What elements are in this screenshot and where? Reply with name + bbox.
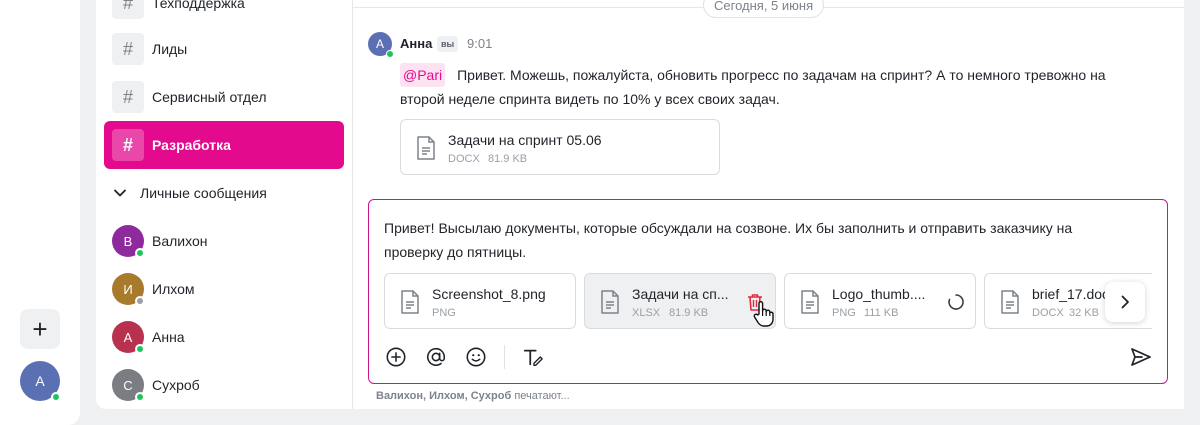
hash-icon: # bbox=[112, 0, 144, 19]
toolbar-divider bbox=[504, 345, 505, 369]
message-composer[interactable]: Привет! Высылаю документы, которые обсуж… bbox=[368, 199, 1168, 384]
online-status-dot bbox=[51, 392, 61, 402]
dm-item-ilkhom[interactable]: И Илхом bbox=[112, 273, 195, 306]
plus-circle-icon bbox=[386, 347, 406, 367]
at-sign-icon bbox=[426, 348, 446, 366]
channel-sidebar: # Техподдержка # Лиды # Сервисный отдел … bbox=[96, 0, 353, 409]
mention-button[interactable] bbox=[424, 345, 448, 369]
attachment-type: XLSX bbox=[632, 307, 661, 319]
typing-suffix: печатают... bbox=[514, 390, 570, 402]
attachment-name: Screenshot_8.png bbox=[432, 286, 546, 302]
emoji-button[interactable] bbox=[464, 345, 488, 369]
document-icon bbox=[601, 290, 619, 314]
composer-toolbar bbox=[384, 345, 561, 369]
upload-spinner-icon bbox=[948, 294, 964, 310]
channel-item-development[interactable]: # Разработка bbox=[104, 121, 344, 169]
add-attachment-button[interactable] bbox=[384, 345, 408, 369]
channel-item-leads[interactable]: # Лиды bbox=[104, 25, 344, 73]
document-icon bbox=[801, 290, 819, 314]
document-icon bbox=[1001, 290, 1019, 314]
send-icon[interactable] bbox=[1129, 345, 1153, 369]
message-draft-input[interactable]: Привет! Высылаю документы, которые обсуж… bbox=[384, 216, 1124, 264]
dm-name: Сухроб bbox=[152, 377, 200, 393]
channel-item-service[interactable]: # Сервисный отдел bbox=[104, 73, 344, 121]
channel-label: Разработка bbox=[152, 137, 231, 153]
text-format-icon bbox=[523, 349, 543, 366]
message-author[interactable]: Анна bbox=[400, 36, 432, 51]
avatar: И bbox=[112, 273, 145, 306]
hash-icon: # bbox=[112, 81, 144, 113]
hash-icon: # bbox=[112, 129, 144, 161]
dm-item-valikhon[interactable]: В Валихон bbox=[112, 225, 208, 258]
chevron-right-icon bbox=[1121, 295, 1129, 309]
avatar-initial: И bbox=[123, 281, 133, 297]
attachment-name: Задачи на спринт 05.06 bbox=[448, 132, 602, 148]
composer-attachment-chip[interactable]: Screenshot_8.png PNG bbox=[384, 273, 576, 329]
chat-panel: Сегодня, 5 июня A Анна вы 9:01 @Pari Прив… bbox=[353, 0, 1184, 409]
attachment-type: DOCX bbox=[1032, 307, 1064, 319]
add-workspace-button[interactable]: + bbox=[20, 309, 60, 349]
attachment-type: DOCX bbox=[448, 153, 480, 165]
attachment-size: 81.9 KB bbox=[488, 153, 528, 165]
message-author-avatar[interactable]: A bbox=[368, 32, 394, 58]
online-status-dot bbox=[135, 344, 145, 354]
attachment-size: 111 KB bbox=[864, 307, 899, 319]
online-status-dot bbox=[386, 50, 394, 58]
attachment-type: PNG bbox=[432, 307, 456, 319]
message-text: Привет. Можешь, пожалуйста, обновить про… bbox=[400, 67, 1106, 107]
channel-label: Лиды bbox=[152, 41, 188, 57]
message-body: @Pari Привет. Можешь, пожалуйста, обновит… bbox=[400, 63, 1140, 111]
online-status-dot bbox=[135, 248, 145, 258]
dm-item-sukhrob[interactable]: С Сухроб bbox=[112, 369, 200, 402]
dm-name: Валихон bbox=[152, 233, 208, 249]
current-user-avatar[interactable]: A bbox=[20, 361, 61, 402]
attachment-size: 81.9 KB bbox=[669, 307, 709, 319]
avatar-initial: A bbox=[375, 37, 384, 51]
avatar-initial: С bbox=[123, 377, 133, 393]
attachment-size: 32 KB bbox=[1069, 307, 1099, 319]
avatar-initial: В bbox=[123, 233, 133, 249]
composer-attachment-chip[interactable]: Задачи на сп... XLSX 81.9 KB bbox=[584, 273, 776, 329]
attachment-type: PNG bbox=[832, 307, 856, 319]
channel-label: Техподдержка bbox=[152, 0, 245, 11]
dm-item-anna[interactable]: А Анна bbox=[112, 321, 185, 354]
attachment-name: Logo_thumb.... bbox=[832, 286, 926, 302]
hash-icon: # bbox=[112, 33, 144, 65]
channel-label: Сервисный отдел bbox=[152, 89, 267, 105]
composer-attachments: Screenshot_8.png PNG Задачи на сп... XLS… bbox=[384, 273, 1152, 329]
typing-users: Валихон, Илхом, Сухроб bbox=[376, 390, 512, 402]
message-time: 9:01 bbox=[467, 36, 493, 51]
smile-icon bbox=[466, 347, 486, 367]
dm-name: Илхом bbox=[152, 281, 195, 297]
text-format-button[interactable] bbox=[521, 345, 545, 369]
attachment-name: brief_17.doc bbox=[1032, 286, 1110, 302]
chevron-down-icon bbox=[114, 189, 126, 197]
workspace-rail: + A bbox=[0, 0, 80, 425]
attachment-name: Задачи на сп... bbox=[632, 286, 729, 302]
direct-messages-label: Личные сообщения bbox=[140, 185, 267, 201]
document-icon bbox=[401, 290, 419, 314]
channel-item-support[interactable]: # Техподдержка bbox=[104, 0, 344, 27]
online-status-dot bbox=[135, 392, 145, 402]
document-icon bbox=[417, 136, 435, 160]
hand-cursor-icon bbox=[753, 301, 774, 327]
avatar-initial: А bbox=[123, 329, 133, 345]
date-label: Сегодня, 5 июня bbox=[703, 0, 825, 18]
avatar-initial: A bbox=[35, 373, 45, 389]
avatar: В bbox=[112, 225, 145, 258]
attachments-next-button[interactable] bbox=[1105, 282, 1145, 322]
avatar: А bbox=[112, 321, 145, 354]
direct-messages-toggle[interactable]: Личные сообщения bbox=[112, 181, 267, 205]
offline-status-dot bbox=[135, 296, 145, 306]
user-mention[interactable]: @Pari bbox=[400, 63, 446, 87]
dm-name: Анна bbox=[152, 329, 185, 345]
composer-attachment-chip[interactable]: Logo_thumb.... PNG 111 KB bbox=[784, 273, 976, 329]
avatar: С bbox=[112, 369, 145, 402]
you-badge: вы bbox=[437, 36, 459, 52]
message-attachment[interactable]: Задачи на спринт 05.06 DOCX 81.9 KB bbox=[400, 119, 720, 175]
typing-indicator: Валихон, Илхом, Сухроб печатают... bbox=[376, 390, 570, 402]
